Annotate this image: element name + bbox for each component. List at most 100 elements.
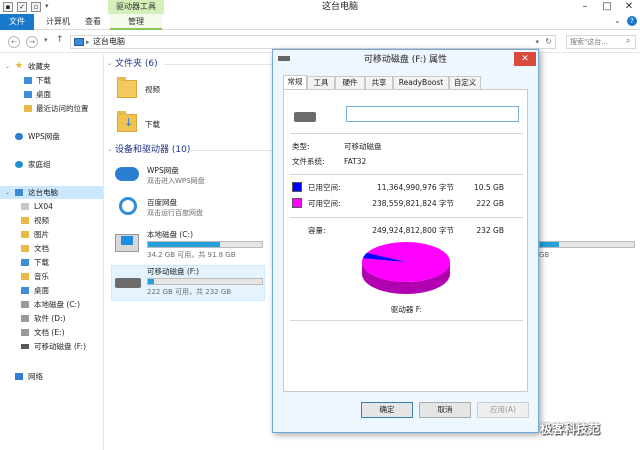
free-space-bytes: 238,559,821,824 字节 — [372, 199, 454, 208]
back-button[interactable]: ← — [8, 36, 20, 48]
desktop-icon — [24, 91, 32, 98]
drive-icon — [21, 315, 29, 322]
address-dropdown-icon[interactable]: ▾ — [535, 36, 539, 48]
dialog-close-button[interactable]: ✕ — [514, 52, 536, 66]
properties-dialog: 可移动磁盘 (F:) 属性 ✕ 常规 工具 硬件 共享 ReadyBoost 自… — [272, 49, 539, 433]
device-f-name[interactable]: 可移动磁盘 (F:) — [147, 267, 199, 277]
nav-item-music[interactable]: 音乐 — [0, 270, 103, 283]
nav-item-downloads[interactable]: 下载 — [0, 74, 103, 87]
forward-button[interactable]: → — [26, 36, 38, 48]
removable-drive-icon[interactable] — [115, 278, 141, 288]
cancel-button[interactable]: 取消 — [419, 402, 471, 418]
free-space-size: 222 GB — [476, 199, 504, 208]
folder-videos[interactable]: 视频 — [145, 85, 160, 95]
nav-item-drive-e[interactable]: 文档 (E:) — [0, 326, 103, 339]
filesystem-value: FAT32 — [344, 157, 367, 166]
folder-icon[interactable]: ▪ — [3, 2, 13, 12]
nav-item-desktop-pc[interactable]: 桌面 — [0, 284, 103, 297]
expand-ribbon-icon[interactable]: ⌄ — [614, 16, 621, 25]
cloud-icon — [15, 133, 23, 140]
general-tab-panel: 类型: 可移动磁盘 文件系统: FAT32 已用空间: 11,364,990,9… — [283, 89, 528, 392]
customize-qat-icon[interactable]: ▾ — [45, 2, 49, 10]
nav-item-lx04[interactable]: LX04 — [0, 200, 103, 213]
tab-hardware[interactable]: 硬件 — [335, 76, 365, 89]
folders-group-header[interactable]: 文件夹 (6) — [115, 58, 158, 70]
properties-icon[interactable]: ✓ — [17, 2, 27, 12]
maximize-button[interactable]: □ — [596, 0, 618, 14]
dialog-title: 可移动磁盘 (F:) 属性 — [363, 55, 448, 65]
computer-icon — [74, 38, 84, 46]
nav-item-videos[interactable]: 视频 — [0, 214, 103, 227]
address-input[interactable]: ▸ 这台电脑 ▾ ↻ — [70, 35, 556, 49]
volume-name-input[interactable] — [346, 106, 519, 122]
folder-downloads[interactable]: 下载 — [145, 120, 160, 130]
nav-this-pc[interactable]: ⌄ 这台电脑 — [0, 186, 103, 199]
collapse-icon[interactable]: ⌄ — [107, 146, 112, 153]
refresh-icon[interactable]: ↻ — [545, 36, 552, 48]
nav-wps[interactable]: WPS网盘 — [0, 130, 103, 143]
ribbon: 文件 计算机 查看 管理 ⌄ ? — [0, 14, 640, 30]
nav-item-drive-f[interactable]: 可移动磁盘 (F:) — [0, 340, 103, 353]
dialog-tabs: 常规 工具 硬件 共享 ReadyBoost 自定义 — [283, 75, 528, 89]
drive-icon — [21, 329, 29, 336]
tab-general[interactable]: 常规 — [283, 75, 307, 89]
baidu-cloud-icon[interactable] — [119, 197, 137, 215]
nav-item-desktop[interactable]: 桌面 — [0, 88, 103, 101]
drive-letter-label: 驱动器 F: — [390, 305, 423, 314]
nav-item-pictures[interactable]: 图片 — [0, 228, 103, 241]
tab-manage[interactable]: 管理 — [110, 14, 162, 30]
search-icon[interactable]: ⌕ — [626, 36, 630, 46]
picture-folder-icon — [21, 231, 29, 238]
tab-tools[interactable]: 工具 — [307, 76, 335, 89]
devices-group-header[interactable]: 设备和驱动器 (10) — [115, 144, 190, 156]
breadcrumb[interactable]: 这台电脑 — [93, 36, 125, 48]
video-folder-icon[interactable] — [117, 77, 137, 98]
removable-drive-icon — [294, 112, 316, 122]
divider — [290, 320, 523, 321]
device-baidu-name[interactable]: 百度网盘 — [147, 198, 177, 208]
new-folder-icon[interactable]: ▫ — [31, 2, 41, 12]
up-button[interactable]: ↑ — [56, 35, 64, 45]
tab-file[interactable]: 文件 — [0, 14, 34, 30]
nav-favorites[interactable]: ⌄ ★ 收藏夹 — [0, 60, 103, 73]
help-icon[interactable]: ? — [627, 16, 637, 26]
recent-places-icon — [24, 105, 32, 112]
capacity-bytes: 249,924,812,800 字节 — [372, 226, 454, 235]
nav-item-downloads-pc[interactable]: 下载 — [0, 256, 103, 269]
nav-network[interactable]: 网络 — [0, 370, 103, 383]
minimize-button[interactable]: – — [574, 0, 596, 14]
nav-item-drive-c[interactable]: 本地磁盘 (C:) — [0, 298, 103, 311]
cloud-icon[interactable] — [115, 167, 139, 181]
star-icon: ★ — [15, 61, 24, 71]
tab-readyboost[interactable]: ReadyBoost — [393, 76, 449, 89]
download-arrow-icon: ↓ — [124, 116, 134, 129]
tab-computer[interactable]: 计算机 — [40, 14, 76, 30]
tab-view[interactable]: 查看 — [78, 14, 108, 30]
filesystem-label: 文件系统: — [292, 157, 325, 166]
tab-customize[interactable]: 自定义 — [449, 76, 481, 89]
nav-item-recent[interactable]: 最近访问的位置 — [0, 102, 103, 115]
download-folder-icon[interactable]: ↓ — [117, 111, 137, 132]
nav-item-drive-d[interactable]: 软件 (D:) — [0, 312, 103, 325]
windows-drive-icon[interactable] — [115, 234, 139, 252]
nav-homegroup[interactable]: 家庭组 — [0, 158, 103, 171]
device-c-sub: 34.2 GB 可用，共 91.8 GB — [147, 251, 236, 259]
hidden-drive-usage-bar — [539, 241, 635, 248]
hidden-drive-sub: GB — [539, 251, 550, 259]
nav-item-documents[interactable]: 文档 — [0, 242, 103, 255]
drive-f-usage-bar — [147, 278, 263, 285]
ok-button[interactable]: 确定 — [361, 402, 413, 418]
device-c-name[interactable]: 本地磁盘 (C:) — [147, 230, 193, 240]
removable-drive-icon — [21, 344, 29, 349]
recent-locations-icon[interactable]: ▾ — [44, 36, 48, 44]
drive-c-usage-bar — [147, 241, 263, 248]
divider — [290, 133, 523, 134]
collapse-icon[interactable]: ⌄ — [107, 60, 112, 67]
disk-usage-pie-chart — [362, 242, 450, 294]
tab-sharing[interactable]: 共享 — [365, 76, 393, 89]
apply-button[interactable]: 应用(A) — [477, 402, 529, 418]
close-button[interactable]: ✕ — [618, 0, 640, 14]
download-folder-icon — [21, 259, 29, 266]
network-icon — [15, 373, 23, 380]
device-wps-name[interactable]: WPS网盘 — [147, 166, 179, 176]
